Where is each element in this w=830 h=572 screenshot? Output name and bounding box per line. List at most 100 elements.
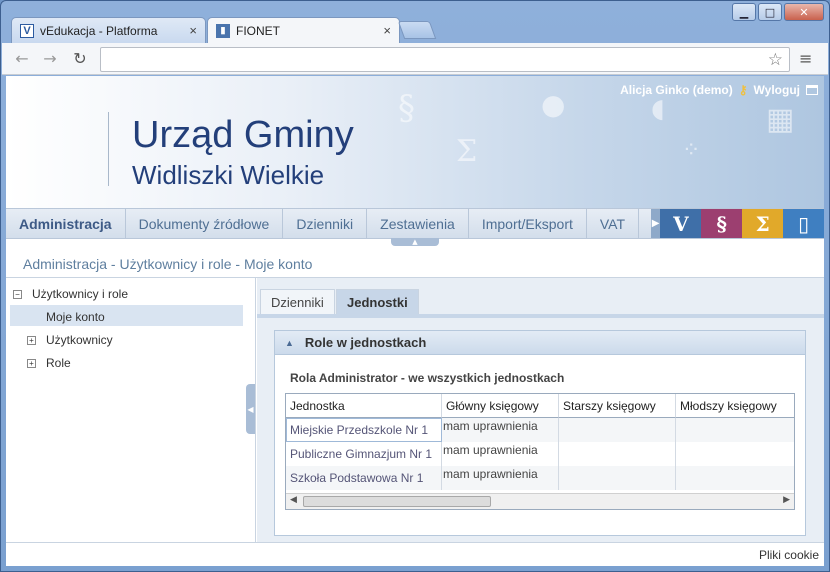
key-icon: ⚷ — [738, 83, 748, 97]
column-header[interactable]: Młodszy księgowy — [676, 394, 794, 418]
org-title: Urząd Gminy — [132, 114, 354, 156]
tree-node-label: Role — [46, 356, 71, 370]
content-panel: Dzienniki Jednostki ▲ Role w jednostkach… — [257, 278, 824, 566]
nav-dokumenty-zrodlowe[interactable]: Dokumenty źródłowe — [126, 209, 284, 238]
grid-cell[interactable]: mam uprawnienia — [442, 442, 559, 466]
collapse-arrow-icon[interactable]: ▲ — [285, 338, 294, 348]
scroll-right-icon[interactable]: ▶ — [783, 495, 790, 505]
nav-scroll-arrow-icon[interactable]: ▶ — [650, 209, 661, 238]
user-name[interactable]: Alicja Ginko (demo) — [620, 83, 733, 97]
close-icon: ✕ — [799, 5, 809, 19]
cookies-link[interactable]: Pliki cookie — [759, 548, 819, 562]
v-logo-icon: V — [20, 23, 34, 38]
tree-node-label: Moje konto — [46, 310, 105, 324]
fionet-logo-icon: ▮ — [216, 23, 230, 38]
grid-cell[interactable] — [559, 466, 676, 490]
tree-node-my-account[interactable]: Moje konto — [46, 310, 105, 324]
grid-cell[interactable]: Szkoła Podstawowa Nr 1 — [286, 466, 442, 490]
grid-cell[interactable] — [676, 466, 794, 490]
sigma-deco-icon: Σ — [456, 134, 478, 169]
coins-deco-icon: ⁘ — [682, 138, 701, 163]
tab-title: FIONET — [236, 23, 280, 38]
column-header[interactable]: Starszy księgowy — [559, 394, 676, 418]
bookmark-star-icon[interactable]: ☆ — [768, 50, 783, 70]
tree-node-label: Użytkownicy — [46, 333, 113, 347]
browser-window: V vEdukacja - Platforma × ▮ FIONET × ▁ □… — [0, 0, 830, 572]
breadcrumb: Administracja - Użytkownicy i role - Moj… — [23, 256, 313, 272]
role-subtitle: Rola Administrator - we wszystkich jedno… — [290, 371, 565, 385]
table-row[interactable]: Miejskie Przedszkole Nr 1 mam uprawnieni… — [286, 418, 794, 442]
database-module-icon[interactable]: ▯ — [783, 209, 824, 238]
grid-header-row: Jednostka Główny księgowy Starszy księgo… — [286, 394, 794, 418]
nav-zestawienia[interactable]: Zestawienia — [367, 209, 469, 238]
header-separator — [108, 112, 109, 186]
tab-strip: V vEdukacja - Platforma × ▮ FIONET × ▁ □… — [1, 1, 829, 43]
table-deco-icon: ▦ — [766, 102, 795, 137]
grid-cell[interactable]: mam uprawnienia — [442, 418, 559, 442]
page: § Σ ● ◖ ⁘ ▦ Urząd Gminy Widliszki Wielki… — [6, 76, 824, 566]
maximize-button[interactable]: □ — [758, 3, 782, 21]
section-title: Role w jednostkach — [304, 335, 427, 350]
grid-cell[interactable]: mam uprawnienia — [442, 466, 559, 490]
grid-cell[interactable]: Miejskie Przedszkole Nr 1 — [286, 418, 442, 442]
tree-node-roles[interactable]: + Role — [27, 356, 71, 370]
column-header[interactable]: Główny księgowy — [442, 394, 559, 418]
grid-cell[interactable]: Publiczne Gimnazjum Nr 1 — [286, 442, 442, 466]
expand-icon[interactable]: + — [27, 358, 36, 368]
menu-icon[interactable]: ≡ — [799, 49, 812, 68]
scrollbar-thumb[interactable] — [303, 496, 491, 507]
roles-in-units-section: ▲ Role w jednostkach Rola Administrator … — [274, 330, 806, 536]
main-nav: Administracja Dokumenty źródłowe Dzienni… — [6, 208, 824, 239]
minimize-button[interactable]: ▁ — [732, 3, 756, 21]
footer: Pliki cookie — [6, 542, 824, 566]
grid-cell[interactable] — [676, 442, 794, 466]
reload-icon[interactable]: ↻ — [70, 49, 90, 68]
close-window-button[interactable]: ✕ — [784, 3, 824, 21]
table-row[interactable]: Szkoła Podstawowa Nr 1 mam uprawnienia — [286, 466, 794, 490]
new-tab-button[interactable] — [397, 21, 437, 39]
vedukacja-module-icon[interactable]: V — [660, 209, 702, 238]
roles-grid: Jednostka Główny księgowy Starszy księgo… — [285, 393, 795, 510]
nav-administracja[interactable]: Administracja — [6, 209, 126, 238]
finance-module-icon[interactable]: Σ — [742, 209, 784, 238]
tab-title: vEdukacja - Platforma — [40, 23, 158, 38]
law-module-icon[interactable]: § — [701, 209, 743, 238]
table-row[interactable]: Publiczne Gimnazjum Nr 1 mam uprawnienia — [286, 442, 794, 466]
nav-dzienniki[interactable]: Dzienniki — [283, 209, 368, 238]
tab-jednostki[interactable]: Jednostki — [336, 289, 419, 314]
address-bar[interactable]: ☆ — [100, 47, 790, 72]
horizontal-scrollbar[interactable]: ◀ ▶ — [286, 493, 794, 509]
back-arrow-icon[interactable]: ← — [12, 49, 32, 68]
collapse-header-handle[interactable]: ▲ — [391, 238, 439, 246]
tree-node-users-and-roles[interactable]: − Użytkownicy i role — [13, 287, 128, 301]
window-icon[interactable] — [806, 85, 818, 95]
tree-node-users[interactable]: + Użytkownicy — [27, 333, 113, 347]
forward-arrow-icon[interactable]: → — [40, 49, 60, 68]
grid-cell[interactable] — [559, 442, 676, 466]
browser-toolbar: ← → ↻ ☆ ≡ — [2, 43, 828, 75]
collapse-icon[interactable]: − — [13, 289, 22, 299]
grid-cell[interactable] — [676, 418, 794, 442]
grid-cell[interactable] — [559, 418, 676, 442]
paragraph-deco-icon: § — [398, 88, 415, 128]
section-header[interactable]: ▲ Role w jednostkach — [275, 331, 805, 355]
close-icon[interactable]: × — [189, 23, 197, 38]
maximize-icon: □ — [764, 5, 776, 19]
tab-vedukacja[interactable]: V vEdukacja - Platforma × — [11, 17, 206, 43]
nav-vat[interactable]: VAT — [587, 209, 640, 238]
scroll-left-icon[interactable]: ◀ — [290, 495, 297, 505]
tab-dzienniki[interactable]: Dzienniki — [260, 289, 335, 314]
tab-fionet[interactable]: ▮ FIONET × — [207, 17, 400, 43]
nav-import-eksport[interactable]: Import/Eksport — [469, 209, 587, 238]
logout-link[interactable]: Wyloguj — [754, 83, 800, 97]
minimize-icon: ▁ — [739, 5, 749, 19]
coins-deco-icon: ● — [541, 88, 566, 121]
close-icon[interactable]: × — [383, 23, 391, 38]
user-bar: Alicja Ginko (demo) ⚷ Wyloguj — [620, 83, 818, 97]
org-subtitle: Widliszki Wielkie — [132, 160, 325, 190]
mouse-deco-icon: ◖ — [651, 94, 665, 124]
tree-selection-highlight — [10, 305, 243, 326]
collapse-sidebar-handle[interactable]: ◀ — [246, 384, 255, 434]
column-header[interactable]: Jednostka — [286, 394, 442, 418]
expand-icon[interactable]: + — [27, 335, 36, 345]
